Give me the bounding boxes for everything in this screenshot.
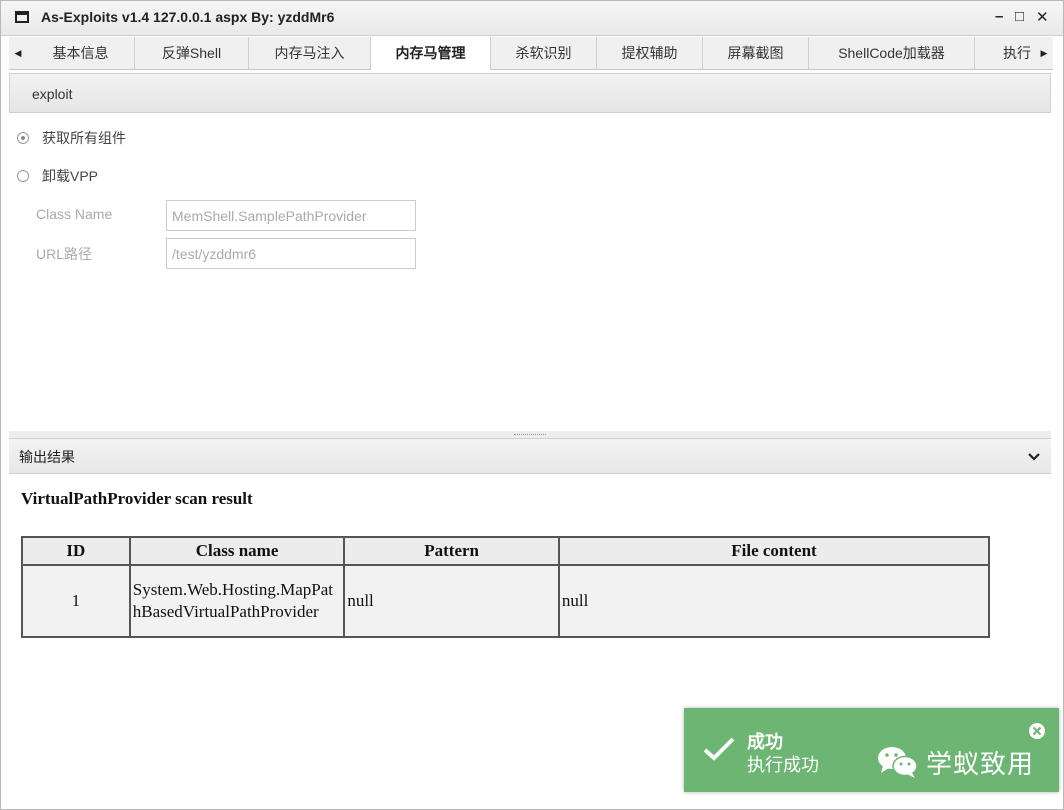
tab-basic-info[interactable]: 基本信息 [27, 37, 135, 69]
tab-scroll-left-icon[interactable]: ◀ [9, 37, 27, 69]
splitter-grip[interactable] [514, 434, 546, 436]
cell-id: 1 [21, 564, 131, 638]
radio-unload-vpp[interactable] [17, 170, 29, 182]
class-name-label: Class Name [36, 206, 113, 222]
window-icon [15, 11, 29, 23]
scan-result-title: VirtualPathProvider scan result [21, 489, 253, 508]
column-header-file-content: File content [557, 536, 991, 566]
toast-message: 执行成功 [747, 755, 819, 775]
column-header-id: ID [21, 536, 131, 566]
watermark-text: 学蚁致用 [926, 748, 1035, 779]
watermark: 学蚁致用 [876, 742, 1034, 782]
tab-privesc-helper[interactable]: 提权辅助 [597, 37, 703, 69]
column-header-class-name: Class name [128, 536, 346, 566]
class-name-input[interactable] [166, 200, 416, 231]
tab-shellcode-loader[interactable]: ShellCode加载器 [809, 37, 975, 69]
tab-bar: ◀ 基本信息 反弹Shell 内存马注入 内存马管理 杀软识别 提权辅助 屏幕截… [9, 37, 1053, 70]
tab-screenshot[interactable]: 屏幕截图 [703, 37, 809, 69]
option-get-all-components[interactable]: 获取所有组件 [17, 128, 126, 148]
app-window: As-Exploits v1.4 127.0.0.1 aspx By: yzdd… [0, 0, 1064, 810]
table-header-row: ID Class name Pattern File content [21, 536, 991, 566]
option-unload-vpp[interactable]: 卸载VPP [17, 166, 98, 186]
cell-pattern: null [343, 564, 560, 638]
checkmark-icon [703, 737, 735, 761]
title-bar[interactable]: As-Exploits v1.4 127.0.0.1 aspx By: yzdd… [1, 1, 1063, 36]
url-path-label: URL路径 [36, 246, 93, 262]
exploit-toolbar: exploit [9, 73, 1051, 113]
tab-reverse-shell[interactable]: 反弹Shell [135, 37, 249, 69]
radio-get-all[interactable] [17, 132, 29, 144]
table-row: 1 System.Web.Hosting.MapPathBasedVirtual… [21, 564, 991, 638]
wechat-icon [878, 747, 918, 778]
close-icon[interactable] [1028, 722, 1046, 740]
tab-memshell-inject[interactable]: 内存马注入 [249, 37, 371, 69]
close-button[interactable]: ✕ [1036, 8, 1049, 26]
minimize-button[interactable]: – [995, 8, 1003, 25]
cell-class-name: System.Web.Hosting.MapPathBasedVirtualPa… [128, 564, 346, 638]
option-unload-label: 卸载VPP [42, 168, 99, 184]
output-title: 输出结果 [19, 449, 75, 465]
exploit-label[interactable]: exploit [32, 86, 72, 102]
chevron-down-icon[interactable] [1025, 447, 1043, 465]
maximize-button[interactable]: □ [1015, 8, 1024, 25]
column-header-pattern: Pattern [343, 536, 560, 566]
window-title: As-Exploits v1.4 127.0.0.1 aspx By: yzdd… [41, 9, 335, 25]
cell-file-content: null [557, 564, 991, 638]
option-get-all-label: 获取所有组件 [42, 130, 126, 146]
tab-av-detect[interactable]: 杀软识别 [491, 37, 597, 69]
result-table: ID Class name Pattern File content 1 Sys… [21, 536, 991, 638]
tab-memshell-manage[interactable]: 内存马管理 [371, 37, 491, 70]
tab-scroll-right-icon[interactable]: ▶ [1035, 37, 1053, 69]
url-path-input[interactable] [166, 238, 416, 269]
output-panel-header[interactable]: 输出结果 [9, 438, 1051, 474]
tab-execute[interactable]: 执行 [975, 37, 1035, 69]
